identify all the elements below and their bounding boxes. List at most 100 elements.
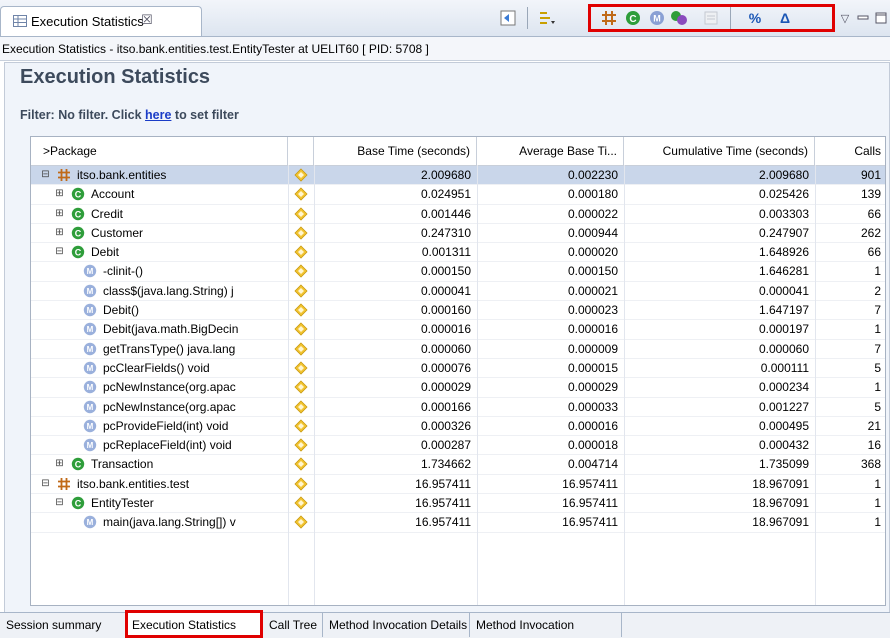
cumulative-time-cell: 0.000197 [758, 322, 809, 337]
source-marker-icon[interactable] [294, 477, 308, 491]
collapse-toggle-icon[interactable]: ⊟ [41, 478, 50, 489]
source-marker-icon[interactable] [294, 322, 308, 336]
average-base-time-cell: 0.000021 [567, 283, 618, 298]
method-icon: M [83, 265, 97, 278]
column-header-marker[interactable] [288, 137, 314, 165]
class-icon: C [71, 458, 85, 471]
source-marker-icon[interactable] [294, 303, 308, 317]
base-time-cell: 0.000326 [420, 418, 471, 433]
expand-toggle-icon[interactable]: ⊞ [55, 208, 64, 219]
statistics-view-icon [13, 15, 27, 27]
method-icon: M [83, 516, 97, 529]
table-row[interactable]: MpcClearFields() void 0.000076 0.000015 0.0… [31, 359, 885, 379]
open-source-icon[interactable] [497, 8, 519, 28]
table-row[interactable]: MpcReplaceField(int) void 0.000287 0.00001… [31, 436, 885, 456]
table-row[interactable]: ⊟ C Debit 0.001311 0.000020 1.648926 66 [31, 243, 885, 263]
cumulative-time-cell: 1.647197 [758, 303, 809, 318]
svg-text:C: C [75, 248, 82, 258]
source-marker-icon[interactable] [294, 399, 308, 414]
source-marker-icon[interactable] [294, 419, 308, 433]
cumulative-time-cell: 18.967091 [752, 476, 809, 491]
table-row[interactable]: ⊞ C Account 0.024951 0.000180 0.025426 139 [31, 185, 885, 205]
tab-method-invocation[interactable]: Method Invocation [470, 613, 622, 637]
average-base-time-cell: 0.000016 [567, 322, 618, 337]
calls-cell: 1 [874, 380, 881, 395]
source-marker-icon[interactable] [294, 496, 308, 510]
collapse-toggle-icon[interactable]: ⊟ [55, 247, 64, 257]
set-filter-link[interactable]: here [145, 108, 171, 122]
svg-text:M: M [87, 345, 94, 354]
cumulative-time-cell: 0.000432 [758, 438, 809, 453]
filter-dropdown-icon[interactable] [536, 8, 558, 28]
collapse-toggle-icon[interactable]: ⊟ [55, 498, 64, 508]
table-row[interactable]: M Debit() 0.000160 0.000023 1.647197 7 [31, 301, 885, 321]
expand-toggle-icon[interactable]: ⊞ [55, 189, 64, 199]
collapse-toggle-icon[interactable]: ⊟ [41, 170, 50, 180]
source-marker-icon[interactable] [294, 245, 308, 259]
cumulative-time-cell: 18.967091 [752, 515, 809, 530]
table-row[interactable]: Mmain(java.lang.String[]) v 16.957411 16.9… [31, 513, 885, 533]
calls-cell: 1 [874, 496, 881, 511]
source-marker-icon[interactable] [294, 342, 308, 356]
page-title: Execution Statistics [20, 66, 211, 88]
calls-cell: 1 [874, 322, 881, 337]
tab-call-tree[interactable]: Call Tree [263, 613, 323, 637]
table-row[interactable]: MpcNewInstance(org.apac 0.000029 0.000029 0… [31, 378, 885, 398]
column-header-cumulative-time[interactable]: Cumulative Time (seconds) [624, 137, 815, 165]
table-row[interactable]: MpcProvideField(int) void 0.000326 0.00001… [31, 417, 885, 437]
expand-toggle-icon[interactable]: ⊞ [55, 227, 64, 238]
base-time-cell: 0.001311 [421, 245, 471, 260]
row-name: Debit() [103, 303, 140, 318]
calls-cell: 262 [860, 225, 881, 240]
average-base-time-cell: 0.000150 [567, 264, 618, 279]
method-icon: M [83, 284, 97, 297]
tab-method-invocation-details[interactable]: Method Invocation Details [323, 613, 470, 637]
source-marker-icon[interactable] [294, 284, 308, 298]
base-time-cell: 0.000060 [420, 341, 471, 356]
source-marker-icon[interactable] [294, 226, 308, 240]
base-time-cell: 16.957411 [415, 496, 471, 511]
cumulative-time-cell: 0.000060 [758, 341, 809, 356]
average-base-time-cell: 0.000180 [567, 187, 618, 202]
cumulative-time-cell: 0.001227 [758, 399, 809, 414]
column-header-calls[interactable]: Calls [815, 137, 885, 165]
calls-cell: 901 [860, 168, 881, 182]
close-icon[interactable]: ☒ [141, 12, 153, 28]
source-marker-icon[interactable] [294, 438, 308, 452]
table-row[interactable]: ⊞ C Customer 0.247310 0.000944 0.247907 262 [31, 224, 885, 244]
column-header-package[interactable]: >Package [31, 137, 288, 165]
table-row[interactable]: Mclass$(java.lang.String) j 0.000041 0.000… [31, 282, 885, 302]
table-row[interactable]: ⊞ C Credit 0.001446 0.000022 0.003303 66 [31, 205, 885, 224]
source-marker-icon[interactable] [294, 187, 308, 201]
table-row[interactable]: M -clinit-() 0.000150 0.000150 1.646281 1 [31, 262, 885, 282]
source-marker-icon[interactable] [294, 168, 308, 182]
tab-session-summary[interactable]: Session summary [0, 613, 126, 637]
maximize-icon[interactable] [870, 8, 890, 28]
source-marker-icon[interactable] [294, 380, 308, 394]
source-marker-icon[interactable] [294, 361, 308, 375]
expand-toggle-icon[interactable]: ⊞ [55, 459, 64, 469]
svg-text:C: C [75, 228, 82, 238]
average-base-time-cell: 0.000018 [567, 438, 618, 453]
view-tab-execution-statistics[interactable]: Execution Statistics ☒ [0, 6, 202, 36]
source-marker-icon[interactable] [294, 264, 308, 279]
table-row[interactable]: ⊟ itso.bank.entities.test 16.957411 16.9574… [31, 475, 885, 495]
base-time-cell: 0.001446 [420, 206, 471, 221]
row-name: main(java.lang.String[]) v [103, 515, 236, 530]
column-header-average-base-time[interactable]: Average Base Ti... [477, 137, 624, 165]
table-row[interactable]: MgetTransType() java.lang 0.000060 0.00000… [31, 340, 885, 359]
column-header-base-time[interactable]: Base Time (seconds) [314, 137, 477, 165]
filter-suffix: to set filter [171, 108, 239, 122]
cumulative-time-cell: 0.000111 [760, 360, 809, 375]
table-row[interactable]: ⊟ C EntityTester 16.957411 16.957411 18.96709… [31, 494, 885, 514]
source-marker-icon[interactable] [294, 515, 308, 529]
row-name: pcReplaceField(int) void [103, 438, 232, 453]
row-name: Transaction [91, 457, 154, 472]
row-name: class$(java.lang.String) j [103, 283, 234, 298]
source-marker-icon[interactable] [294, 207, 308, 221]
table-row[interactable]: MpcNewInstance(org.apac 0.000166 0.000033 0… [31, 398, 885, 417]
source-marker-icon[interactable] [294, 457, 308, 472]
table-row[interactable]: ⊞ C Transaction 1.734662 0.004714 1.735099 368 [31, 455, 885, 475]
table-row[interactable]: M Debit(java.math.BigDecin 0.000016 0.00001… [31, 320, 885, 340]
table-row[interactable]: ⊟ itso.bank.entities 2.009680 0.002230 2.009… [31, 166, 885, 186]
